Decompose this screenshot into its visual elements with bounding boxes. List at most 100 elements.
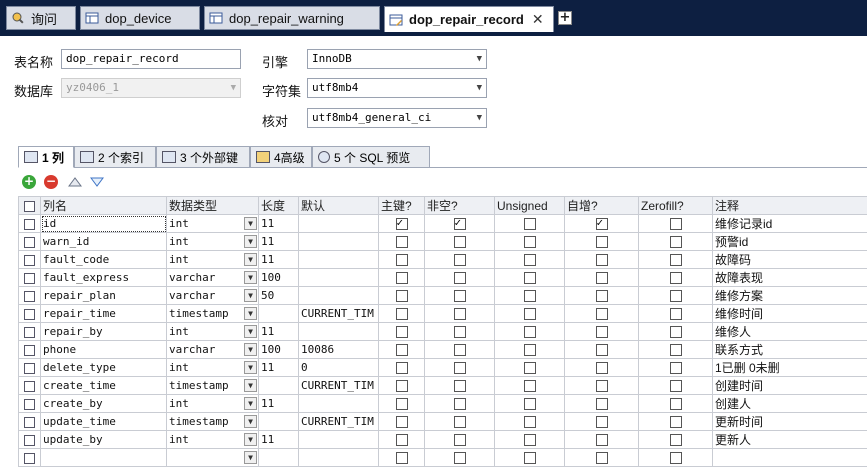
table-row[interactable]: repair_time timestamp ▼ CURRENT_TIM 维修时间 xyxy=(18,304,867,323)
not-null-checkbox[interactable] xyxy=(453,254,466,266)
unsigned-cell[interactable] xyxy=(494,358,565,377)
auto-increment-checkbox[interactable] xyxy=(595,272,608,284)
comment-cell[interactable]: 更新时间 xyxy=(712,412,867,431)
column-name-cell[interactable]: repair_by xyxy=(40,322,167,341)
row-select-checkbox[interactable] xyxy=(24,236,35,248)
row-selector[interactable] xyxy=(18,394,41,413)
table-row[interactable]: phone varchar ▼ 100 10086 联系方式 xyxy=(18,340,867,359)
close-icon[interactable]: ✕ xyxy=(532,11,544,28)
comment-cell[interactable]: 1已删 0未删 xyxy=(712,358,867,377)
auto-increment-cell[interactable] xyxy=(564,448,639,467)
select-all-header[interactable] xyxy=(18,196,41,215)
zerofill-checkbox[interactable] xyxy=(669,362,682,374)
length-cell[interactable]: 11 xyxy=(258,232,299,251)
zerofill-cell[interactable] xyxy=(638,412,713,431)
remove-column-button[interactable]: − xyxy=(44,175,58,189)
row-selector[interactable] xyxy=(18,322,41,341)
header-length[interactable]: 长度 xyxy=(258,196,299,215)
data-type-cell[interactable]: varchar ▼ xyxy=(166,268,259,287)
auto-increment-checkbox[interactable] xyxy=(595,216,608,230)
comment-cell[interactable]: 故障码 xyxy=(712,250,867,269)
primary-key-checkbox[interactable] xyxy=(395,272,408,284)
row-selector[interactable] xyxy=(18,340,41,359)
primary-key-cell[interactable] xyxy=(378,322,425,341)
row-select-checkbox[interactable] xyxy=(24,380,35,392)
column-name-cell[interactable]: warn_id xyxy=(40,232,167,251)
not-null-cell[interactable] xyxy=(424,232,495,251)
length-cell[interactable]: 11 xyxy=(258,250,299,269)
auto-increment-cell[interactable] xyxy=(564,358,639,377)
table-row[interactable]: create_time timestamp ▼ CURRENT_TIM 创建时间 xyxy=(18,376,867,395)
primary-key-cell[interactable] xyxy=(378,376,425,395)
not-null-cell[interactable] xyxy=(424,268,495,287)
length-cell[interactable] xyxy=(258,376,299,395)
unsigned-checkbox[interactable] xyxy=(523,398,536,410)
default-cell[interactable]: 0 xyxy=(298,358,379,377)
not-null-cell[interactable] xyxy=(424,448,495,467)
data-type-cell[interactable]: int ▼ xyxy=(166,214,259,233)
primary-key-checkbox[interactable] xyxy=(395,416,408,428)
primary-key-checkbox[interactable] xyxy=(395,362,408,374)
default-cell[interactable] xyxy=(298,430,379,449)
zerofill-checkbox[interactable] xyxy=(669,326,682,338)
length-cell[interactable]: 11 xyxy=(258,322,299,341)
row-select-checkbox[interactable] xyxy=(24,452,35,464)
unsigned-checkbox[interactable] xyxy=(523,362,536,374)
subtab-columns[interactable]: 1 列 xyxy=(18,146,74,168)
header-auto-increment[interactable]: 自增? xyxy=(564,196,639,215)
header-not-null[interactable]: 非空? xyxy=(424,196,495,215)
auto-increment-checkbox[interactable] xyxy=(595,308,608,320)
table-row[interactable]: fault_code int ▼ 11 故障码 xyxy=(18,250,867,269)
table-row[interactable]: create_by int ▼ 11 创建人 xyxy=(18,394,867,413)
comment-cell[interactable]: 维修时间 xyxy=(712,304,867,323)
comment-cell[interactable]: 更新人 xyxy=(712,430,867,449)
unsigned-checkbox[interactable] xyxy=(523,326,536,338)
zerofill-cell[interactable] xyxy=(638,250,713,269)
unsigned-cell[interactable] xyxy=(494,412,565,431)
column-name-cell[interactable]: update_time xyxy=(40,412,167,431)
column-name-cell[interactable]: repair_time xyxy=(40,304,167,323)
data-type-cell[interactable]: timestamp ▼ xyxy=(166,412,259,431)
comment-cell[interactable]: 预警id xyxy=(712,232,867,251)
tab-dop-repair-record[interactable]: dop_repair_record ✕ xyxy=(384,6,554,32)
not-null-checkbox[interactable] xyxy=(453,362,466,374)
comment-cell[interactable]: 联系方式 xyxy=(712,340,867,359)
table-row[interactable]: ▼ xyxy=(18,448,867,467)
unsigned-checkbox[interactable] xyxy=(523,344,536,356)
not-null-cell[interactable] xyxy=(424,322,495,341)
column-name-cell[interactable]: repair_plan xyxy=(40,286,167,305)
length-cell[interactable]: 50 xyxy=(258,286,299,305)
length-cell[interactable]: 11 xyxy=(258,394,299,413)
data-type-cell[interactable]: ▼ xyxy=(166,448,259,467)
comment-cell[interactable]: 维修人 xyxy=(712,322,867,341)
auto-increment-cell[interactable] xyxy=(564,250,639,269)
length-cell[interactable]: 100 xyxy=(258,268,299,287)
unsigned-checkbox[interactable] xyxy=(523,290,536,302)
zerofill-checkbox[interactable] xyxy=(669,344,682,356)
not-null-checkbox[interactable] xyxy=(453,216,466,230)
length-cell[interactable] xyxy=(258,412,299,431)
column-name-cell[interactable]: create_time xyxy=(40,376,167,395)
header-data-type[interactable]: 数据类型 xyxy=(166,196,259,215)
primary-key-checkbox[interactable] xyxy=(395,434,408,446)
header-default[interactable]: 默认 xyxy=(298,196,379,215)
not-null-checkbox[interactable] xyxy=(453,416,466,428)
chevron-down-icon[interactable]: ▼ xyxy=(244,235,257,248)
row-selector[interactable] xyxy=(18,448,41,467)
row-selector[interactable] xyxy=(18,268,41,287)
chevron-down-icon[interactable]: ▼ xyxy=(244,325,257,338)
zerofill-checkbox[interactable] xyxy=(669,380,682,392)
auto-increment-checkbox[interactable] xyxy=(595,236,608,248)
primary-key-checkbox[interactable] xyxy=(395,308,408,320)
unsigned-cell[interactable] xyxy=(494,394,565,413)
auto-increment-cell[interactable] xyxy=(564,214,639,233)
zerofill-checkbox[interactable] xyxy=(669,236,682,248)
table-row[interactable]: repair_by int ▼ 11 维修人 xyxy=(18,322,867,341)
comment-cell[interactable]: 维修记录id xyxy=(712,214,867,233)
row-selector[interactable] xyxy=(18,430,41,449)
zerofill-checkbox[interactable] xyxy=(669,290,682,302)
length-cell[interactable]: 11 xyxy=(258,430,299,449)
chevron-down-icon[interactable]: ▼ xyxy=(244,253,257,266)
data-type-cell[interactable]: int ▼ xyxy=(166,394,259,413)
primary-key-cell[interactable] xyxy=(378,304,425,323)
